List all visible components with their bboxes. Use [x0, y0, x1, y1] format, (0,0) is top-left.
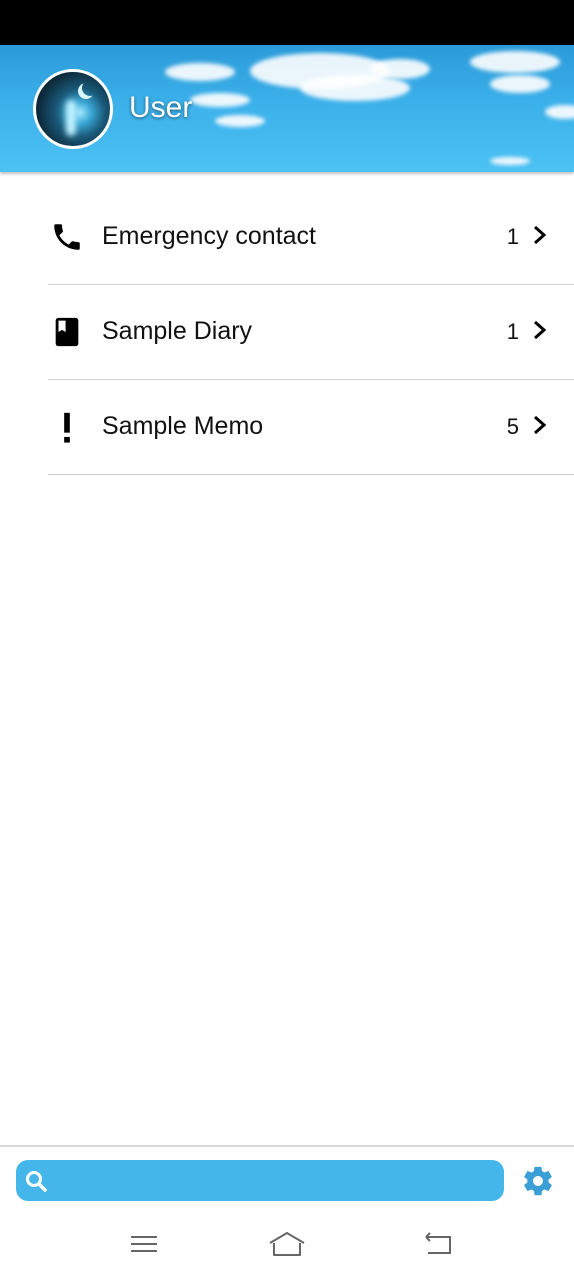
category-list: Emergency contact 1 Sample Diary 1 Sampl…	[0, 190, 574, 475]
book-icon	[55, 317, 79, 347]
chevron-right-icon	[534, 415, 547, 435]
avatar[interactable]	[33, 69, 113, 149]
chevron-right-icon	[534, 225, 547, 245]
list-item-label: Emergency contact	[102, 222, 316, 250]
menu-icon[interactable]	[128, 1229, 160, 1259]
profile-header: User	[0, 45, 574, 172]
list-item-sample-memo[interactable]: Sample Memo 5	[0, 380, 574, 475]
list-item-count: 1	[506, 319, 519, 344]
back-icon[interactable]	[422, 1229, 454, 1259]
list-item-label: Sample Diary	[102, 317, 253, 345]
gear-icon[interactable]	[521, 1164, 555, 1198]
list-item-count: 1	[506, 224, 519, 249]
home-icon[interactable]	[268, 1229, 306, 1259]
phone-icon	[54, 224, 80, 250]
list-item-emergency-contact[interactable]: Emergency contact 1	[0, 190, 574, 285]
search-icon	[26, 1171, 47, 1192]
bottom-bar	[0, 1145, 574, 1281]
divider	[48, 474, 574, 475]
username: User	[129, 91, 193, 124]
list-item-count: 5	[506, 414, 519, 439]
search-input[interactable]	[16, 1160, 504, 1201]
exclamation-icon	[64, 412, 70, 443]
chevron-right-icon	[534, 320, 547, 340]
status-bar	[0, 0, 574, 45]
list-item-sample-diary[interactable]: Sample Diary 1	[0, 285, 574, 380]
list-item-label: Sample Memo	[102, 412, 264, 440]
